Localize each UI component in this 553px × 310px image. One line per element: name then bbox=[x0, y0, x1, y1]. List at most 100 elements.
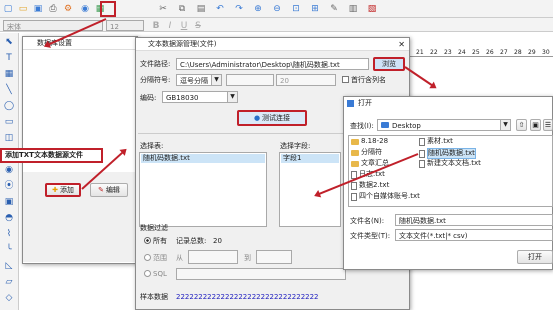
text-file-icon bbox=[351, 192, 357, 201]
zoom-in-icon[interactable]: ⊕ bbox=[252, 3, 264, 15]
select-field-label: 选择字段: bbox=[280, 142, 311, 150]
separator-char-field[interactable]: 20 bbox=[276, 74, 336, 86]
folder-icon bbox=[351, 138, 359, 145]
database-icon[interactable]: ◉ bbox=[79, 3, 91, 15]
font-size-select[interactable]: 12 bbox=[106, 20, 144, 31]
arc-icon[interactable]: ◓ bbox=[3, 212, 15, 224]
file-item[interactable]: 数据2.txt bbox=[351, 181, 389, 190]
sql-field[interactable] bbox=[176, 268, 346, 280]
frame-icon[interactable]: ▣ bbox=[3, 196, 15, 208]
qrcode-icon[interactable]: ◉ bbox=[3, 164, 15, 176]
text-icon[interactable]: T bbox=[3, 52, 15, 64]
chevron-down-icon: ▼ bbox=[211, 75, 221, 85]
new-folder-button[interactable]: ▣ bbox=[530, 119, 541, 131]
print-preview-icon[interactable]: ▧ bbox=[366, 3, 378, 15]
lock-icon[interactable]: ▥ bbox=[347, 3, 359, 15]
up-folder-button[interactable]: ⇧ bbox=[516, 119, 527, 131]
cut-icon[interactable]: ✂ bbox=[157, 3, 169, 15]
redo-icon[interactable]: ↷ bbox=[233, 3, 245, 15]
file-item[interactable]: 随机码数据.txt bbox=[419, 148, 476, 159]
test-connection-button[interactable]: ● 测试连接 bbox=[237, 110, 307, 126]
range-to-field[interactable] bbox=[256, 250, 292, 264]
zoom-actual-icon[interactable]: ⊞ bbox=[309, 3, 321, 15]
tools-icon[interactable]: ✎ bbox=[328, 3, 340, 15]
settings-icon[interactable]: ⚙ bbox=[62, 3, 74, 15]
paste-icon[interactable]: ▤ bbox=[195, 3, 207, 15]
copy-icon[interactable]: ⧉ bbox=[176, 3, 188, 15]
style-u-button[interactable]: U bbox=[178, 20, 190, 32]
open-icon[interactable]: ▭ bbox=[17, 3, 29, 15]
polyline-icon[interactable]: ╰ bbox=[3, 244, 15, 256]
text-file-icon bbox=[419, 149, 425, 158]
style-b-button[interactable]: B bbox=[150, 20, 162, 32]
txt-manager-titlebar: 文本数据源管理(文件) ✕ bbox=[136, 38, 409, 51]
view-menu-button[interactable]: ☰ bbox=[543, 119, 553, 131]
first-row-checkbox[interactable] bbox=[342, 76, 349, 83]
select-icon[interactable]: ⬉ bbox=[3, 36, 15, 48]
sql-radio[interactable] bbox=[144, 270, 151, 277]
triangle-icon[interactable]: ◺ bbox=[3, 260, 15, 272]
file-name: 四个自媒体账号.txt bbox=[359, 192, 420, 200]
open-button[interactable]: 打开 bbox=[517, 250, 553, 264]
image-icon[interactable]: ◫ bbox=[3, 132, 15, 144]
edit-button[interactable]: ✎ 编辑 bbox=[90, 183, 128, 197]
ruler-tick-label: 22 bbox=[430, 49, 438, 56]
separator-label: 分隔符号: bbox=[140, 76, 171, 84]
style-i-button[interactable]: I bbox=[164, 20, 176, 32]
text-file-icon bbox=[419, 159, 425, 168]
folder-item[interactable]: 分隔符 bbox=[351, 148, 382, 157]
file-item[interactable]: 新建文本文档.txt bbox=[419, 159, 481, 168]
filename-field[interactable]: 随机码数据.txt bbox=[395, 214, 553, 226]
ellipse-icon[interactable]: ◯ bbox=[3, 100, 15, 112]
filetype-select[interactable]: 文本文件(*.txt|* csv) bbox=[395, 229, 553, 241]
save-icon[interactable]: ▣ bbox=[32, 3, 44, 15]
line-icon[interactable]: ╲ bbox=[3, 84, 15, 96]
range-radio[interactable] bbox=[144, 254, 151, 261]
separator-select[interactable]: 逗号分隔 ▼ bbox=[176, 74, 222, 86]
filetype-label: 文件类型(T): bbox=[350, 232, 391, 240]
parallelogram-icon[interactable]: ▱ bbox=[3, 276, 15, 288]
chevron-down-icon: ▼ bbox=[227, 92, 237, 102]
curve-icon[interactable]: ⌇ bbox=[3, 228, 15, 240]
style-s-button[interactable]: S bbox=[192, 20, 204, 32]
file-item[interactable]: 四个自媒体账号.txt bbox=[351, 192, 420, 201]
all-radio[interactable] bbox=[144, 237, 151, 244]
table-list[interactable]: 随机码数据.txt bbox=[139, 152, 267, 227]
folder-icon bbox=[351, 149, 359, 156]
range-from-field[interactable] bbox=[188, 250, 238, 264]
folder-item[interactable]: 8.18-28 bbox=[351, 137, 388, 146]
close-icon[interactable]: ✕ bbox=[398, 38, 405, 51]
file-name: 8.18-28 bbox=[361, 137, 389, 145]
data-filter-label: 数据过滤 bbox=[140, 224, 168, 232]
range-label: 范围 bbox=[153, 254, 167, 262]
record-count-value: 20 bbox=[213, 237, 222, 245]
file-list-column-2: 素材.txt 随机码数据.txt 新建文本文档.txt bbox=[419, 137, 489, 205]
first-row-label: 首行含列名 bbox=[351, 76, 386, 84]
folder-icon bbox=[381, 122, 389, 128]
sample-data-value: 22222222222222222222222222222222 bbox=[176, 293, 319, 301]
app-icon bbox=[347, 100, 354, 107]
file-item[interactable]: 素材.txt bbox=[419, 137, 453, 146]
zoom-out-icon[interactable]: ⊖ bbox=[271, 3, 283, 15]
field-list-item[interactable]: 字段1 bbox=[281, 154, 339, 163]
database-button-highlight bbox=[100, 1, 116, 17]
encoding-select[interactable]: GB18030 ▼ bbox=[162, 91, 238, 103]
file-name: 数据2.txt bbox=[359, 181, 390, 189]
undo-icon[interactable]: ↶ bbox=[214, 3, 226, 15]
rectangle-icon[interactable]: ▭ bbox=[3, 116, 15, 128]
record-count-label: 记录总数: bbox=[176, 237, 207, 245]
file-name: 分隔符 bbox=[361, 148, 382, 156]
zoom-fit-icon[interactable]: ⊡ bbox=[290, 3, 302, 15]
look-in-select[interactable]: Desktop ▼ bbox=[377, 119, 511, 131]
separator-custom-field[interactable] bbox=[226, 74, 274, 86]
add-button[interactable]: ✚ 添加 bbox=[45, 183, 81, 197]
print-icon[interactable]: ⎙ bbox=[47, 3, 59, 15]
browse-button[interactable]: 浏览 bbox=[373, 57, 405, 71]
circle-icon[interactable]: ⦿ bbox=[3, 180, 15, 192]
file-path-field[interactable]: C:\Users\Administrator\Desktop\随机码数据.txt bbox=[176, 58, 369, 70]
text-file-icon bbox=[419, 137, 425, 146]
table-icon[interactable]: ▦ bbox=[3, 68, 15, 80]
diamond-icon[interactable]: ◇ bbox=[3, 292, 15, 304]
table-list-item[interactable]: 随机码数据.txt bbox=[141, 154, 265, 163]
new-icon[interactable]: ▢ bbox=[2, 3, 14, 15]
